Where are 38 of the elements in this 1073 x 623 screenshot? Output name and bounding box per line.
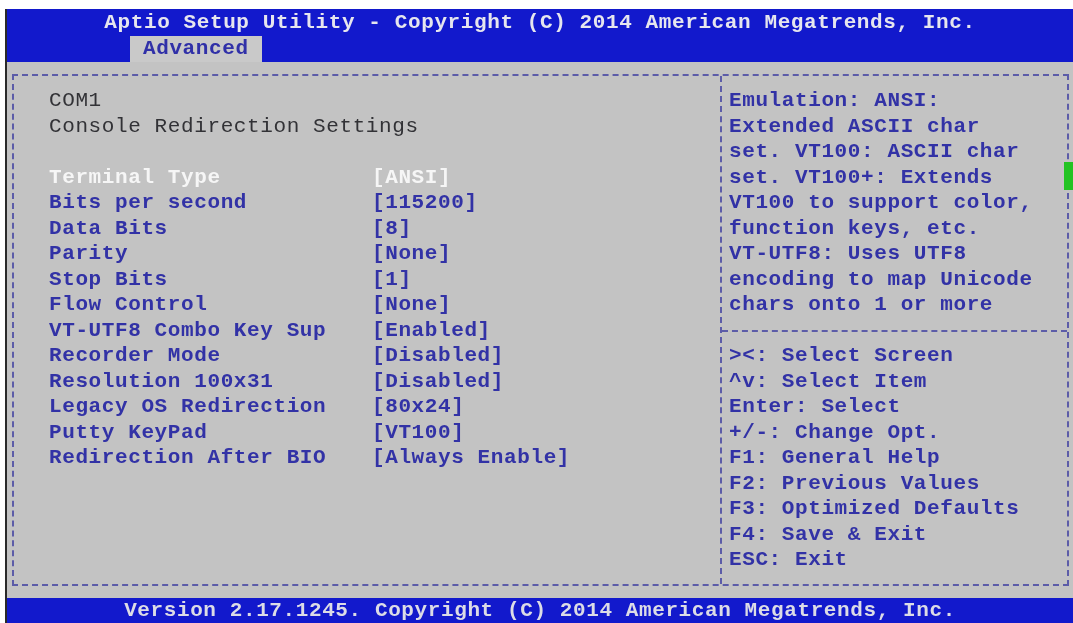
setting-label[interactable]: Parity <box>49 241 372 267</box>
key-hint: F4: Save & Exit <box>729 522 928 546</box>
section-subtitle: Console Redirection Settings <box>49 113 420 139</box>
setting-label[interactable]: Resolution 100x31 <box>49 368 372 394</box>
key-hint: F2: Previous Values <box>729 471 980 495</box>
key-hint: ESC: Exit <box>729 548 848 571</box>
setting-value[interactable]: [Enabled] <box>372 317 491 343</box>
setting-label[interactable]: Legacy OS Redirection <box>49 394 372 420</box>
key-hint: +/-: Change Opt. <box>729 420 941 444</box>
setting-value[interactable]: [Always Enable] <box>372 445 571 471</box>
setting-value[interactable]: [80x24] <box>372 394 465 420</box>
setting-label[interactable]: Stop Bits <box>49 266 372 292</box>
setting-value[interactable]: [VT100] <box>372 419 465 445</box>
setting-value[interactable]: [None] <box>372 241 452 267</box>
section-title: COM1 <box>49 88 103 114</box>
setting-label[interactable]: Flow Control <box>49 292 372 318</box>
scrollbar-thumb <box>1064 162 1073 190</box>
window-title: Aptio Setup Utility - Copyright (C) 2014 American Megatrends, Inc. <box>104 10 976 36</box>
setting-value[interactable]: [Disabled] <box>372 368 505 394</box>
setting-label[interactable]: Bits per second <box>49 190 372 216</box>
setting-value[interactable]: [None] <box>372 292 452 318</box>
setting-label[interactable]: Putty KeyPad <box>49 419 372 445</box>
setting-value[interactable]: [1] <box>372 266 412 292</box>
setting-label[interactable]: Data Bits <box>49 215 372 241</box>
status-bar: Version 2.17.1245. Copyright (C) 2014 American Megatrends, Inc. <box>7 597 1073 623</box>
setting-value[interactable]: [115200] <box>372 190 478 216</box>
key-hint: F3: Optimized Defaults <box>729 497 1020 520</box>
key-hint: Enter: Select <box>729 395 901 418</box>
tab[interactable]: Advanced <box>130 36 262 62</box>
setting-value[interactable]: [Disabled] <box>372 343 505 369</box>
setting-label[interactable]: Recorder Mode <box>49 343 372 369</box>
key-hint: F1: General Help <box>729 446 941 469</box>
setting-label[interactable]: Redirection After BIO <box>49 445 372 471</box>
setting-value[interactable]: [8] <box>372 215 412 241</box>
help-text: Emulation: ANSI: Extended ASCII char set. VT100: ASCII char set. VT100+: Extends VT100 to support color, function keys, etc. VT-UTF8: Uses UTF8 encoding to map Unicode chars onto 1 or more <box>728 88 1034 318</box>
key-hint: ^v: Select Item <box>729 369 928 393</box>
setting-label[interactable]: VT-UTF8 Combo Key Sup <box>49 317 372 343</box>
key-hint: ><: Select Screen <box>729 344 954 367</box>
